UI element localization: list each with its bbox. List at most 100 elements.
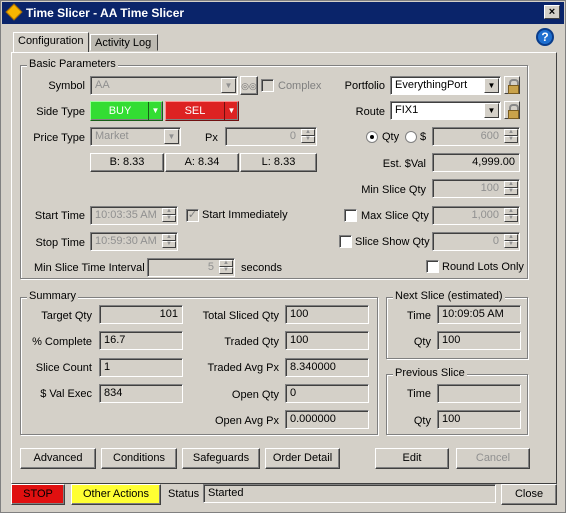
px-field[interactable]: 0 ▲ ▼ bbox=[225, 127, 317, 146]
stop-button[interactable]: STOP bbox=[11, 484, 65, 505]
portfolio-lock-icon[interactable] bbox=[504, 76, 520, 94]
previous-slice-time-label: Time bbox=[406, 388, 431, 400]
slice-show-qty-field[interactable]: 0 ▲ ▼ bbox=[432, 232, 520, 251]
close-button[interactable]: Close bbox=[501, 484, 557, 505]
max-slice-qty-field[interactable]: 1,000 ▲ ▼ bbox=[432, 206, 520, 225]
total-sliced-qty-label: Total Sliced Qty bbox=[202, 310, 279, 322]
start-immediately-label: Start Immediately bbox=[202, 209, 288, 221]
val-exec-label: $ Val Exec bbox=[40, 388, 92, 400]
route-lock-icon[interactable] bbox=[504, 101, 520, 119]
round-lots-checkbox[interactable] bbox=[426, 260, 439, 273]
complex-checkbox[interactable] bbox=[261, 79, 274, 92]
previous-slice-label: Previous Slice bbox=[393, 367, 467, 379]
dollar-radio-label: $ bbox=[420, 131, 427, 143]
traded-avg-px-field: 8.340000 bbox=[285, 358, 369, 377]
status-label: Status bbox=[168, 488, 200, 500]
advanced-button[interactable]: Advanced bbox=[20, 448, 96, 469]
buy-button[interactable]: BUY ▼ bbox=[90, 101, 163, 121]
start-time-label: Start Time bbox=[34, 210, 85, 222]
last-price-button[interactable]: L: 8.33 bbox=[240, 153, 317, 172]
tab-activity-log[interactable]: Activity Log bbox=[90, 34, 158, 51]
start-time-field[interactable]: 10:03:35 AM ▲ ▼ bbox=[90, 206, 178, 225]
tab-configuration[interactable]: Configuration bbox=[13, 32, 89, 53]
total-sliced-qty-field: 100 bbox=[285, 305, 369, 324]
other-actions-button[interactable]: Other Actions bbox=[71, 484, 161, 505]
px-label: Px bbox=[205, 132, 218, 144]
max-slice-qty-spinner[interactable]: ▲ ▼ bbox=[504, 208, 518, 223]
slice-count-label: Slice Count bbox=[35, 362, 92, 374]
min-slice-qty-spinner[interactable]: ▲ ▼ bbox=[504, 181, 518, 196]
title-bar: Time Slicer - AA Time Slicer × bbox=[2, 2, 564, 24]
portfolio-label: Portfolio bbox=[344, 80, 385, 92]
symbol-label: Symbol bbox=[48, 80, 85, 92]
px-spinner[interactable]: ▲ ▼ bbox=[301, 129, 315, 144]
slice-count-field: 1 bbox=[99, 358, 183, 377]
portfolio-dropdown-arrow[interactable]: ▼ bbox=[484, 78, 499, 93]
order-detail-button[interactable]: Order Detail bbox=[265, 448, 340, 469]
next-slice-time-label: Time bbox=[406, 310, 431, 322]
safeguards-button[interactable]: Safeguards bbox=[182, 448, 260, 469]
val-exec-field: 834 bbox=[99, 384, 183, 403]
min-slice-qty-field[interactable]: 100 ▲ ▼ bbox=[432, 179, 520, 198]
stop-time-label: Stop Time bbox=[35, 237, 85, 249]
open-qty-field: 0 bbox=[285, 384, 369, 403]
min-slice-interval-label: Min Slice Time Interval bbox=[34, 262, 145, 274]
slice-show-qty-checkbox[interactable] bbox=[339, 235, 352, 248]
route-select[interactable]: FIX1 ▼ bbox=[390, 101, 501, 120]
price-type-label: Price Type bbox=[33, 132, 85, 144]
target-qty-label: Target Qty bbox=[41, 310, 92, 322]
open-qty-label: Open Qty bbox=[231, 389, 279, 401]
pct-complete-field: 16.7 bbox=[99, 331, 183, 350]
sell-dropdown-arrow[interactable]: ▼ bbox=[224, 102, 238, 120]
summary-label: Summary bbox=[27, 290, 79, 302]
min-slice-qty-label: Min Slice Qty bbox=[361, 184, 426, 196]
next-slice-qty-label: Qty bbox=[413, 336, 431, 348]
symbol-dropdown-arrow[interactable]: ▼ bbox=[221, 78, 236, 93]
side-type-label: Side Type bbox=[36, 106, 85, 118]
portfolio-select[interactable]: EverythingPort ▼ bbox=[390, 76, 501, 95]
help-icon[interactable]: ? bbox=[536, 28, 554, 46]
target-qty-field: 101 bbox=[99, 305, 183, 324]
slice-show-qty-label: Slice Show Qty bbox=[355, 236, 430, 248]
time-slicer-window: Time Slicer - AA Time Slicer × Configura… bbox=[0, 0, 566, 513]
pct-complete-label: % Complete bbox=[32, 336, 92, 348]
symbol-lookup-button[interactable]: ◎◎ bbox=[240, 76, 258, 95]
qty-radio[interactable] bbox=[366, 131, 378, 143]
price-type-dropdown-arrow[interactable]: ▼ bbox=[164, 129, 179, 144]
max-slice-qty-checkbox[interactable] bbox=[344, 209, 357, 222]
dollar-radio[interactable] bbox=[405, 131, 417, 143]
order-qty-field[interactable]: 600 ▲ ▼ bbox=[432, 127, 520, 146]
edit-button[interactable]: Edit bbox=[375, 448, 449, 469]
route-dropdown-arrow[interactable]: ▼ bbox=[484, 103, 499, 118]
open-avg-px-field: 0.000000 bbox=[285, 410, 369, 429]
status-field: Started bbox=[203, 484, 496, 503]
price-type-select[interactable]: Market ▼ bbox=[90, 127, 181, 146]
previous-slice-qty-label: Qty bbox=[413, 415, 431, 427]
next-slice-time-field: 10:09:05 AM bbox=[437, 305, 521, 324]
symbol-field[interactable]: AA ▼ bbox=[90, 76, 238, 95]
min-slice-interval-field[interactable]: 5 ▲ ▼ bbox=[147, 258, 235, 277]
app-icon bbox=[5, 3, 23, 21]
traded-qty-label: Traded Qty bbox=[224, 336, 279, 348]
cancel-button[interactable]: Cancel bbox=[456, 448, 530, 469]
start-time-spinner[interactable]: ▲ ▼ bbox=[162, 208, 176, 223]
conditions-button[interactable]: Conditions bbox=[101, 448, 177, 469]
traded-avg-px-label: Traded Avg Px bbox=[207, 362, 279, 374]
stop-time-field[interactable]: 10:59:30 AM ▲ ▼ bbox=[90, 232, 178, 251]
bid-price-button[interactable]: B: 8.33 bbox=[90, 153, 164, 172]
sell-button[interactable]: SEL ▼ bbox=[165, 101, 239, 121]
min-slice-interval-spinner[interactable]: ▲ ▼ bbox=[219, 260, 233, 275]
basic-parameters-label: Basic Parameters bbox=[27, 58, 118, 70]
order-qty-spinner[interactable]: ▲ ▼ bbox=[504, 129, 518, 144]
stop-time-spinner[interactable]: ▲ ▼ bbox=[162, 234, 176, 249]
ask-price-button[interactable]: A: 8.34 bbox=[165, 153, 239, 172]
buy-dropdown-arrow[interactable]: ▼ bbox=[148, 102, 162, 120]
window-title: Time Slicer - AA Time Slicer bbox=[26, 6, 185, 20]
start-immediately-checkbox[interactable]: ✓ bbox=[186, 209, 199, 222]
slice-show-qty-spinner[interactable]: ▲ ▼ bbox=[504, 234, 518, 249]
previous-slice-time-field bbox=[437, 384, 521, 403]
complex-label: Complex bbox=[278, 80, 322, 92]
traded-qty-field: 100 bbox=[285, 331, 369, 350]
binoculars-icon: ◎◎ bbox=[241, 81, 257, 91]
window-close-button[interactable]: × bbox=[544, 5, 560, 19]
